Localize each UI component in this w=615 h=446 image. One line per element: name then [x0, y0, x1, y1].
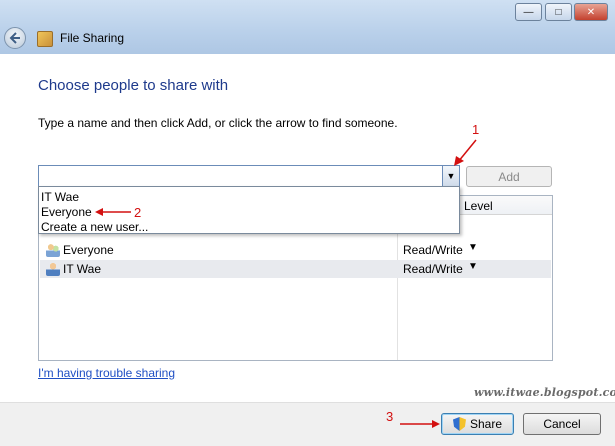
trouble-sharing-link[interactable]: I'm having trouble sharing: [38, 366, 175, 380]
title-bar: File Sharing — □ ✕: [0, 0, 615, 54]
list-item-name: IT Wae: [63, 262, 102, 276]
back-arrow-icon: [9, 32, 20, 44]
permission-level[interactable]: Read/Write: [403, 243, 463, 257]
close-button[interactable]: ✕: [574, 3, 608, 21]
user-icon: [46, 262, 60, 276]
users-group-icon: [46, 243, 60, 257]
dropdown-arrow-button[interactable]: ▼: [442, 165, 460, 187]
dropdown-item[interactable]: Create a new user...: [41, 220, 148, 234]
footer-bar: 3 Share Cancel: [0, 402, 615, 446]
file-sharing-icon: [37, 31, 53, 47]
add-button[interactable]: Add: [466, 166, 552, 187]
annotation-arrow: [400, 420, 440, 428]
list-item[interactable]: IT Wae Read/Write ▼: [40, 260, 551, 278]
list-item-name: Everyone: [63, 243, 114, 257]
shield-icon: [452, 417, 466, 431]
name-input[interactable]: [38, 165, 443, 187]
annotation-arrow: [454, 139, 477, 166]
maximize-button[interactable]: □: [545, 3, 572, 21]
share-button[interactable]: Share: [441, 413, 514, 435]
main-content: Choose people to share with Type a name …: [0, 54, 615, 402]
level-column-header[interactable]: Level: [464, 199, 493, 213]
dropdown-item[interactable]: Everyone: [41, 205, 92, 219]
annotation-arrow: [95, 208, 131, 216]
chevron-down-icon: ▼: [446, 171, 456, 181]
list-item[interactable]: Everyone Read/Write ▼: [40, 241, 551, 259]
dropdown-item[interactable]: IT Wae: [41, 190, 79, 204]
permission-level[interactable]: Read/Write: [403, 262, 463, 276]
watermark: www.itwae.blogspot.com: [474, 386, 615, 399]
minimize-button[interactable]: —: [515, 3, 542, 21]
annotation-number-1: 1: [472, 122, 480, 137]
instruction-text: Type a name and then click Add, or click…: [38, 116, 398, 130]
window-title: File Sharing: [60, 31, 125, 45]
column-divider: [397, 214, 398, 360]
share-button-label: Share: [469, 417, 503, 431]
annotation-number-2: 2: [134, 205, 142, 220]
back-arrow-button[interactable]: [4, 27, 26, 49]
annotation-number-3: 3: [386, 409, 394, 424]
chevron-down-icon[interactable]: ▼: [468, 261, 478, 272]
page-heading: Choose people to share with: [38, 77, 229, 94]
cancel-button[interactable]: Cancel: [523, 413, 601, 435]
chevron-down-icon[interactable]: ▼: [468, 242, 478, 253]
